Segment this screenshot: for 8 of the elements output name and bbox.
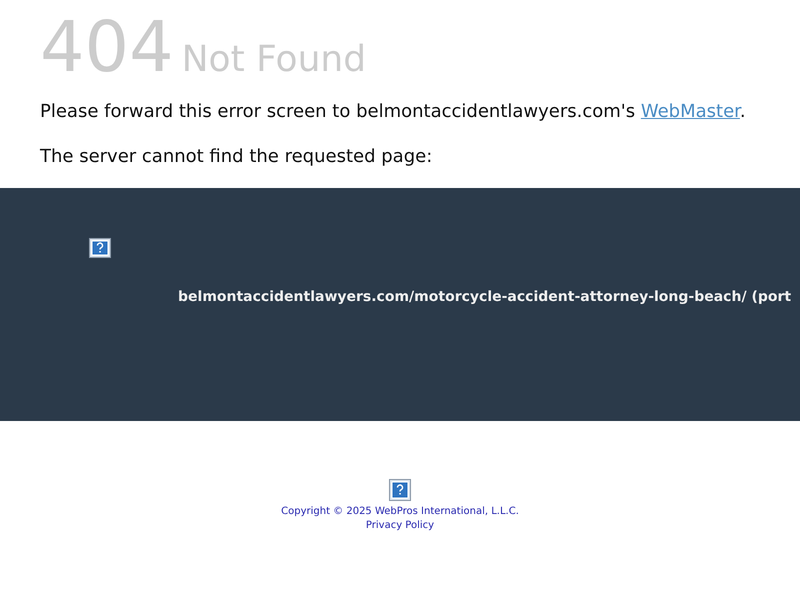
requested-url: belmontaccidentlawyers.com/motorcycle-accident-attorney-long-beach/ (port bbox=[178, 288, 792, 306]
privacy-policy-link[interactable]: Privacy Policy bbox=[366, 519, 434, 533]
server-message: The server cannot find the requested page: bbox=[40, 145, 434, 169]
broken-image-icon bbox=[389, 479, 411, 501]
forward-message: Please forward this error screen to belmontaccidentlawyers.com's WebMaster. bbox=[40, 100, 747, 124]
copyright-text: Copyright © 2025 WebPros International, L.L.C. bbox=[281, 505, 519, 519]
webmaster-link[interactable]: WebMaster bbox=[640, 101, 740, 122]
broken-image-icon bbox=[89, 238, 111, 258]
